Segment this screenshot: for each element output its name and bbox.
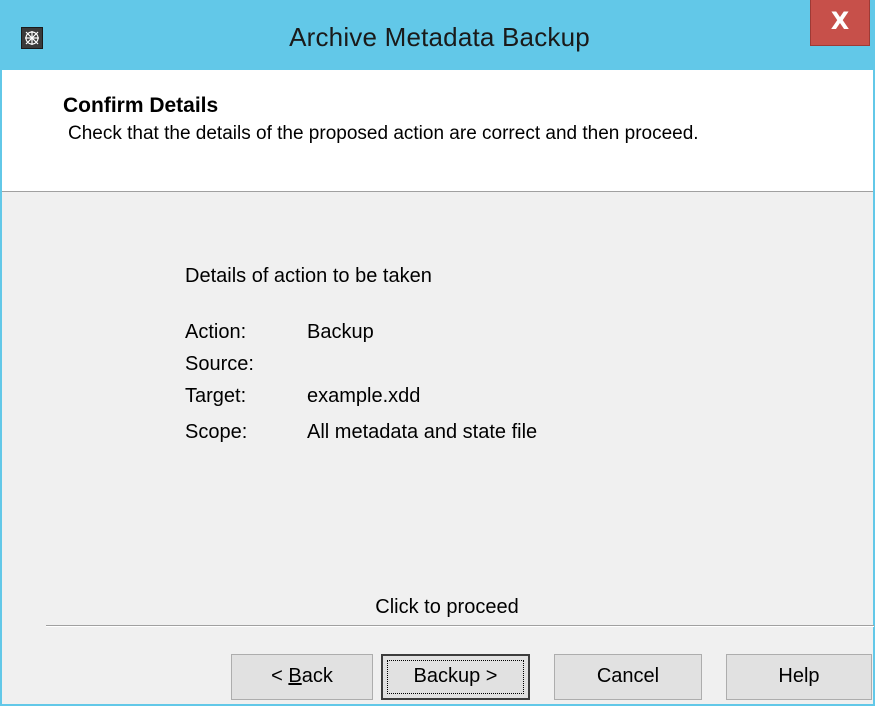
detail-value: All metadata and state file (307, 421, 538, 443)
close-button[interactable]: X (810, 0, 870, 46)
detail-label: Source: (185, 353, 254, 375)
cancel-button-label: Cancel (596, 665, 660, 687)
detail-value: example.xdd (307, 385, 421, 407)
footer-divider (46, 625, 874, 627)
page-description: Check that the details of the proposed a… (68, 123, 699, 144)
backup-button[interactable]: Backup > (381, 654, 530, 700)
detail-value: Backup (307, 321, 374, 343)
detail-label: Target: (185, 385, 247, 407)
detail-label: Scope: (185, 421, 248, 443)
close-icon: X (830, 7, 850, 35)
cancel-button[interactable]: Cancel (554, 654, 702, 700)
back-button[interactable]: < Back (231, 654, 373, 700)
detail-label: Action: (185, 321, 247, 343)
help-button[interactable]: Help (726, 654, 872, 700)
details-heading: Details of action to be taken (185, 265, 432, 287)
backup-button-label: Backup > (413, 665, 498, 687)
back-button-mnemonic: B (288, 665, 302, 687)
window-title: Archive Metadata Backup (289, 22, 590, 52)
back-button-rest: ack (301, 665, 333, 687)
header-panel: Confirm Details Check that the details o… (2, 70, 873, 192)
page-title: Confirm Details (63, 94, 219, 117)
help-button-label: Help (778, 665, 820, 687)
back-button-prefix: < (271, 665, 289, 687)
proceed-hint: Click to proceed (375, 596, 519, 618)
dialog-window: Archive Metadata Backup X Confirm Detail… (0, 0, 875, 706)
title-bar[interactable]: Archive Metadata Backup X (2, 0, 875, 70)
